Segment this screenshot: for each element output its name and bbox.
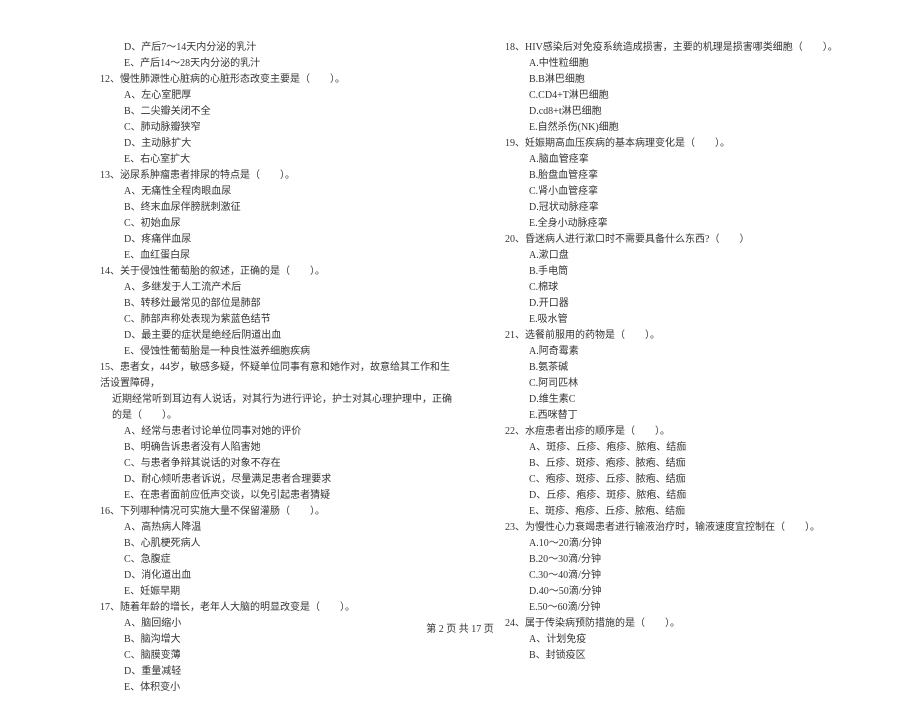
- q17-d: D、重量减轻: [100, 664, 455, 680]
- q22-d: D、丘疹、疱疹、斑疹、脓疱、结痂: [505, 488, 860, 504]
- q15-e: E、在患者面前应低声交谈，以免引起患者猜疑: [100, 488, 455, 504]
- q15-cont: 近期经常听到耳边有人说话，对其行为进行评论，护士对其心理护理中，正确的是（ ）。: [100, 392, 455, 424]
- q23-d: D.40～50滴/分钟: [505, 584, 860, 600]
- question-17: 17、随着年龄的增长，老年人大脑的明显改变是（ ）。: [100, 600, 455, 616]
- question-20: 20、昏迷病人进行漱口时不需要具备什么东西?（ ）: [505, 232, 860, 248]
- q16-a: A、高热病人降温: [100, 520, 455, 536]
- q14-d: D、最主要的症状是绝经后阴道出血: [100, 328, 455, 344]
- q18-e: E.自然杀伤(NK)细胞: [505, 120, 860, 136]
- q16-d: D、消化道出血: [100, 568, 455, 584]
- q19-e: E.全身小动脉痉挛: [505, 216, 860, 232]
- q13-e: E、血红蛋白尿: [100, 248, 455, 264]
- q15-c: C、与患者争辩其说话的对象不存在: [100, 456, 455, 472]
- left-column: D、产后7～14天内分泌的乳汁 E、产后14～28天内分泌的乳汁 12、慢性肺源…: [100, 40, 455, 696]
- q-text: 12、慢性肺源性心脏病的心脏形态改变主要是（ ）。: [100, 74, 345, 85]
- page-footer: 第 2 页 共 17 页: [0, 620, 920, 635]
- q18-d: D.cd8+t淋巴细胞: [505, 104, 860, 120]
- q21-c: C.阿司匹林: [505, 376, 860, 392]
- q16-c: C、急腹症: [100, 552, 455, 568]
- q22-a: A、斑疹、丘疹、疱疹、脓疱、结痂: [505, 440, 860, 456]
- q20-e: E.吸水管: [505, 312, 860, 328]
- q22-e: E、斑疹、疱疹、丘疹、脓疱、结痂: [505, 504, 860, 520]
- q22-c: C、疱疹、斑疹、丘疹、脓疱、结痂: [505, 472, 860, 488]
- q23-e: E.50～60滴/分钟: [505, 600, 860, 616]
- q13-b: B、终末血尿伴膀胱刺激征: [100, 200, 455, 216]
- question-15: 15、患者女，44岁，敏感多疑，怀疑单位同事有意和她作对，故意给其工作和生活设置…: [100, 360, 455, 392]
- q20-a: A.漱口盘: [505, 248, 860, 264]
- page-content: D、产后7～14天内分泌的乳汁 E、产后14～28天内分泌的乳汁 12、慢性肺源…: [0, 0, 920, 726]
- question-21: 21、选餐前服用的药物是（ ）。: [505, 328, 860, 344]
- question-13: 13、泌尿系肿瘤患者排尿的特点是（ ）。: [100, 168, 455, 184]
- q19-a: A.脑血管痉挛: [505, 152, 860, 168]
- q12-b: B、二尖瓣关闭不全: [100, 104, 455, 120]
- option-d: D、产后7～14天内分泌的乳汁: [100, 40, 455, 56]
- q17-c: C、脑膜变薄: [100, 648, 455, 664]
- q15-d: D、耐心倾听患者诉说，尽量满足患者合理要求: [100, 472, 455, 488]
- question-19: 19、妊娠期高血压疾病的基本病理变化是（ ）。: [505, 136, 860, 152]
- q12-c: C、肺动脉瓣狭窄: [100, 120, 455, 136]
- q15-a: A、经常与患者讨论单位同事对她的评价: [100, 424, 455, 440]
- right-column: 18、HIV感染后对免疫系统造成损害，主要的机理是损害哪类细胞（ ）。 A.中性…: [505, 40, 860, 696]
- q21-d: D.维生素C: [505, 392, 860, 408]
- q19-c: C.肾小血管痉挛: [505, 184, 860, 200]
- q12-d: D、主动脉扩大: [100, 136, 455, 152]
- question-23: 23、为慢性心力衰竭患者进行输液治疗时，输液速度宜控制在（ ）。: [505, 520, 860, 536]
- q18-a: A.中性粒细胞: [505, 56, 860, 72]
- q15-b: B、明确告诉患者没有人陷害她: [100, 440, 455, 456]
- q23-c: C.30～40滴/分钟: [505, 568, 860, 584]
- q13-c: C、初始血尿: [100, 216, 455, 232]
- q14-b: B、转移灶最常见的部位是肺部: [100, 296, 455, 312]
- q14-c: C、肺部声称处表现为紫蓝色结节: [100, 312, 455, 328]
- question-18: 18、HIV感染后对免疫系统造成损害，主要的机理是损害哪类细胞（ ）。: [505, 40, 860, 56]
- q16-e: E、妊娠早期: [100, 584, 455, 600]
- q20-c: C.棉球: [505, 280, 860, 296]
- q18-c: C.CD4+T淋巴细胞: [505, 88, 860, 104]
- q19-b: B.胎盘血管痉挛: [505, 168, 860, 184]
- q14-e: E、侵蚀性葡萄胎是一种良性滋养细胞疾病: [100, 344, 455, 360]
- q24-b: B、封锁疫区: [505, 648, 860, 664]
- option-e: E、产后14～28天内分泌的乳汁: [100, 56, 455, 72]
- q17-e: E、体积变小: [100, 680, 455, 696]
- q22-b: B、丘疹、斑疹、疱疹、脓疱、结痂: [505, 456, 860, 472]
- question-14: 14、关于侵蚀性葡萄胎的叙述，正确的是（ ）。: [100, 264, 455, 280]
- q20-d: D.开口器: [505, 296, 860, 312]
- q20-b: B.手电筒: [505, 264, 860, 280]
- q21-a: A.阿奇霉素: [505, 344, 860, 360]
- question-22: 22、水痘患者出疹的顺序是（ ）。: [505, 424, 860, 440]
- q13-a: A、无痛性全程肉眼血尿: [100, 184, 455, 200]
- question-16: 16、下列哪种情况可实施大量不保留灌肠（ ）。: [100, 504, 455, 520]
- q14-a: A、多继发于人工流产术后: [100, 280, 455, 296]
- q23-b: B.20～30滴/分钟: [505, 552, 860, 568]
- q12-e: E、右心室扩大: [100, 152, 455, 168]
- q21-b: B.氨茶碱: [505, 360, 860, 376]
- question-12: 12、慢性肺源性心脏病的心脏形态改变主要是（ ）。: [100, 72, 455, 88]
- q21-e: E.西咪替丁: [505, 408, 860, 424]
- q13-d: D、疼痛伴血尿: [100, 232, 455, 248]
- q18-b: B.B淋巴细胞: [505, 72, 860, 88]
- q16-b: B、心肌梗死病人: [100, 536, 455, 552]
- q12-a: A、左心室肥厚: [100, 88, 455, 104]
- q19-d: D.冠状动脉痉挛: [505, 200, 860, 216]
- q23-a: A.10～20滴/分钟: [505, 536, 860, 552]
